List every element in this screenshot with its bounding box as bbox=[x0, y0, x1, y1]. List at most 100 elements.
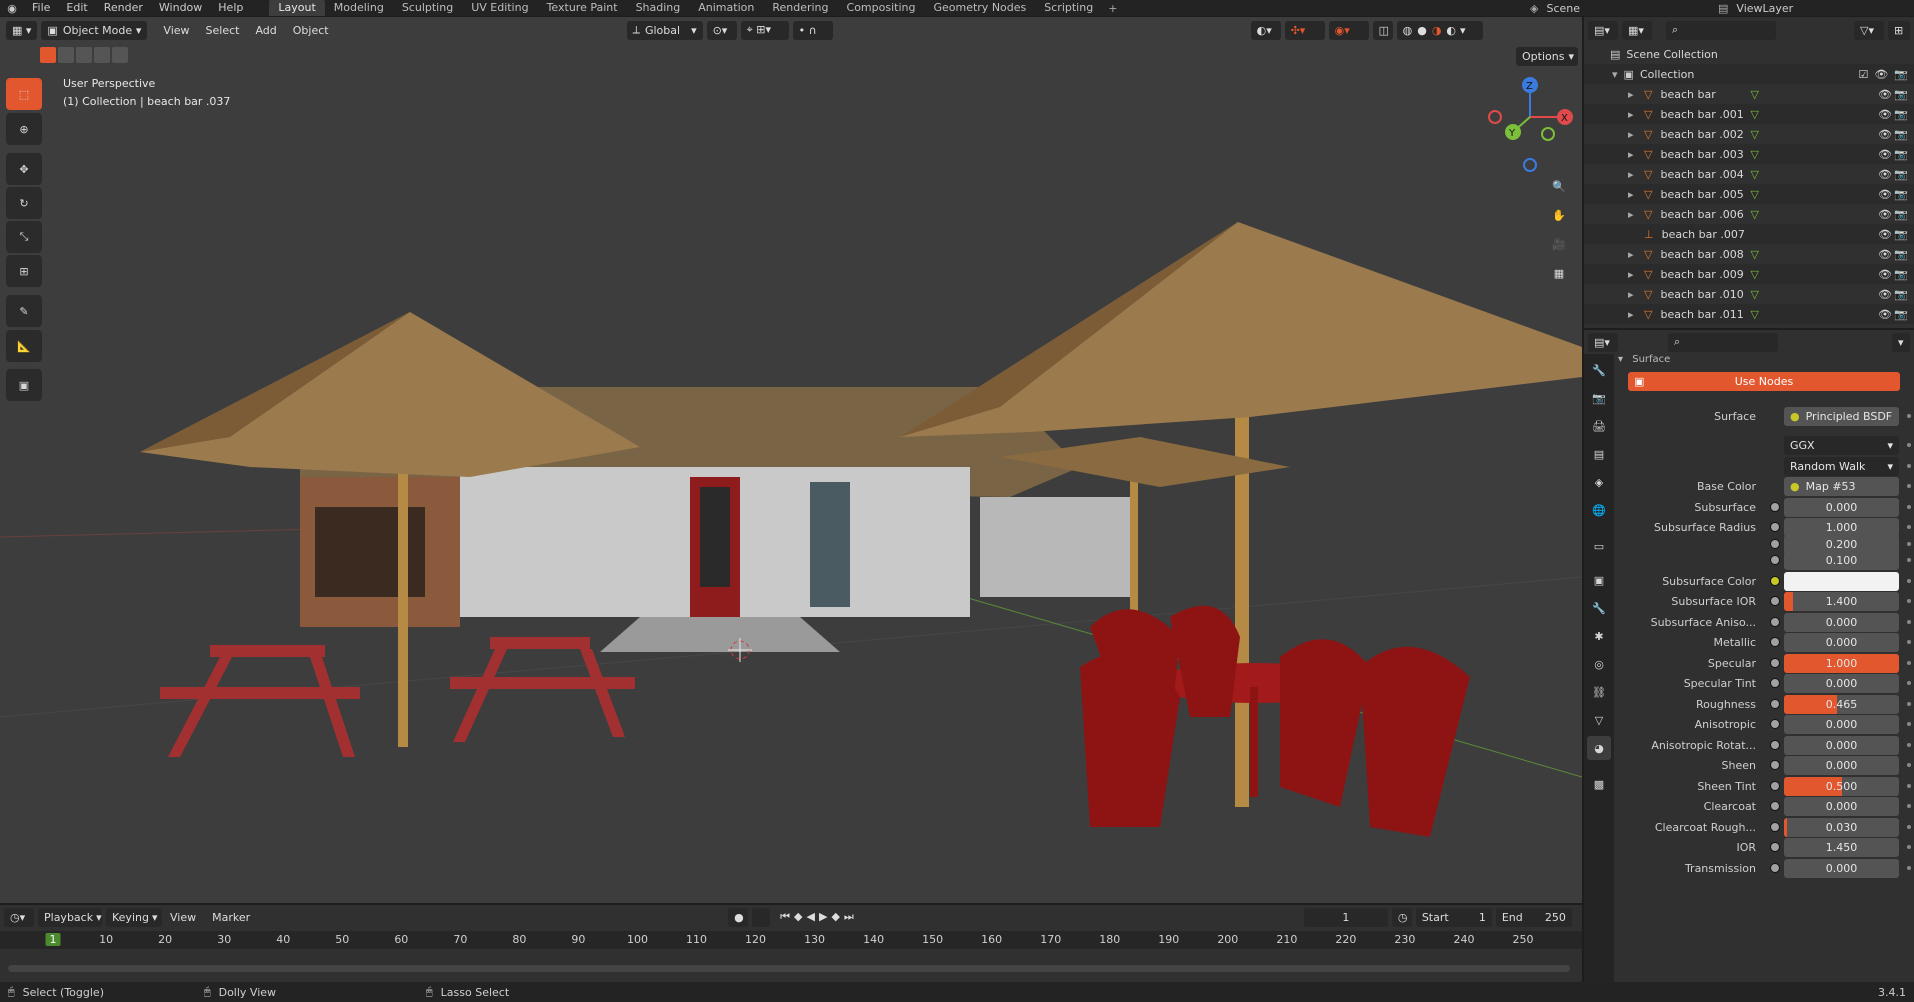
keyframe-dot-icon[interactable] bbox=[1907, 866, 1911, 870]
outliner-item[interactable]: ▸ ▽ beach bar .001 ▽ 👁 📷 bbox=[1584, 104, 1914, 124]
camera-icon[interactable]: 📷 bbox=[1894, 268, 1908, 281]
mesh-data-tab-icon[interactable]: ▽ bbox=[1587, 708, 1611, 732]
select-intersect-icon[interactable] bbox=[112, 47, 128, 63]
outliner-item[interactable]: ▸ ▽ beach bar .008 ▽ 👁 📷 bbox=[1584, 244, 1914, 264]
property-dropdown[interactable]: GGX ▾ bbox=[1784, 435, 1899, 455]
socket-icon[interactable] bbox=[1770, 658, 1780, 668]
camera-icon[interactable]: 📷 bbox=[1894, 168, 1908, 181]
keyframe-dot-icon[interactable] bbox=[1907, 414, 1911, 418]
keyframe-dot-icon[interactable] bbox=[1907, 464, 1911, 468]
outliner-item[interactable]: ▸ ▽ beach bar .011 ▽ 👁 📷 bbox=[1584, 304, 1914, 324]
keyframe-dot-icon[interactable] bbox=[1907, 825, 1911, 829]
socket-icon[interactable] bbox=[1770, 740, 1780, 750]
tab-uv-editing[interactable]: UV Editing bbox=[462, 0, 537, 16]
keyframe-dot-icon[interactable] bbox=[1907, 702, 1911, 706]
next-keyframe-icon[interactable]: ◆ bbox=[831, 910, 839, 924]
add-workspace-icon[interactable]: + bbox=[1102, 2, 1123, 15]
tab-rendering[interactable]: Rendering bbox=[763, 0, 837, 16]
select-invert-icon[interactable] bbox=[94, 47, 110, 63]
outliner-item[interactable]: ▸ ▽ beach bar .006 ▽ 👁 📷 bbox=[1584, 204, 1914, 224]
physics-tab-icon[interactable]: ◎ bbox=[1587, 652, 1611, 676]
keyframe-dot-icon[interactable] bbox=[1907, 722, 1911, 726]
property-number-field[interactable]: 0.500 bbox=[1784, 776, 1899, 796]
socket-icon[interactable] bbox=[1770, 699, 1780, 709]
constraints-tab-icon[interactable]: ⛓ bbox=[1587, 680, 1611, 704]
timeline-menu-view[interactable]: View bbox=[162, 911, 204, 924]
camera-icon[interactable]: 📷 bbox=[1894, 68, 1908, 81]
annotate-tool[interactable]: ✎ bbox=[6, 295, 42, 327]
3d-viewport[interactable]: ▦ ▾ ▣ Object Mode ▾ View Select Add Obje… bbox=[0, 17, 1582, 903]
preview-range-toggle[interactable]: ◷ bbox=[1391, 907, 1412, 927]
expand-arrow-icon[interactable]: ▸ bbox=[1628, 288, 1638, 301]
playback-dropdown[interactable]: Playback ▾ bbox=[38, 907, 102, 927]
property-number-field[interactable]: 0.465 bbox=[1784, 694, 1899, 714]
mesh-data-icon[interactable]: ▽ bbox=[1750, 208, 1758, 221]
visibility-dropdown[interactable]: ◐▾ bbox=[1250, 20, 1281, 40]
auto-keying-button[interactable] bbox=[752, 907, 771, 927]
expand-arrow-icon[interactable]: ▸ bbox=[1628, 308, 1638, 321]
eye-icon[interactable]: 👁 bbox=[1874, 68, 1888, 81]
menu-window[interactable]: Window bbox=[151, 0, 210, 16]
property-link-field[interactable]: ● Map #53 bbox=[1784, 476, 1899, 496]
options-button[interactable]: Options ▾ bbox=[1516, 47, 1578, 66]
property-number-field[interactable]: 0.000 bbox=[1784, 612, 1899, 632]
property-number-field[interactable]: 0.000 bbox=[1784, 632, 1899, 652]
property-number-field[interactable]: 0.000 bbox=[1784, 858, 1899, 878]
mesh-data-icon[interactable]: ▽ bbox=[1750, 308, 1758, 321]
select-subtract-icon[interactable] bbox=[76, 47, 92, 63]
keyframe-dot-icon[interactable] bbox=[1907, 845, 1911, 849]
camera-icon[interactable]: 📷 bbox=[1894, 148, 1908, 161]
outliner-item[interactable]: ⊥ beach bar .007 👁 📷 bbox=[1584, 224, 1914, 244]
mesh-data-icon[interactable]: ▽ bbox=[1750, 128, 1758, 141]
scene-selector[interactable]: ◈ Scene bbox=[1530, 0, 1680, 16]
outliner-item[interactable]: ▸ ▽ beach bar .005 ▽ 👁 📷 bbox=[1584, 184, 1914, 204]
menu-view[interactable]: View bbox=[155, 24, 197, 37]
socket-icon[interactable] bbox=[1770, 617, 1780, 627]
socket-icon[interactable] bbox=[1770, 637, 1780, 647]
outliner-item[interactable]: ▸ ▽ beach bar .009 ▽ 👁 📷 bbox=[1584, 264, 1914, 284]
camera-icon[interactable]: 📷 bbox=[1894, 108, 1908, 121]
outliner-collection[interactable]: ▾ ▣ Collection ☑ 👁 📷 bbox=[1584, 64, 1914, 84]
mesh-data-icon[interactable]: ▽ bbox=[1750, 88, 1758, 101]
output-tab-icon[interactable]: 🖨 bbox=[1587, 414, 1611, 438]
expand-arrow-icon[interactable]: ▸ bbox=[1628, 208, 1638, 221]
socket-icon[interactable] bbox=[1770, 801, 1780, 811]
proportional-edit-button[interactable]: • ∩ bbox=[792, 20, 833, 40]
prev-keyframe-icon[interactable]: ◆ bbox=[794, 910, 802, 924]
mesh-data-icon[interactable]: ▽ bbox=[1750, 148, 1758, 161]
material-shading-icon[interactable]: ◑ bbox=[1432, 24, 1442, 37]
expand-arrow-icon[interactable]: ▸ bbox=[1628, 168, 1638, 181]
keyframe-dot-icon[interactable] bbox=[1907, 620, 1911, 624]
gizmo-toggle[interactable]: ✣▾ bbox=[1284, 20, 1325, 40]
outliner-item[interactable]: ▸ ▽ beach bar .004 ▽ 👁 📷 bbox=[1584, 164, 1914, 184]
texture-tab-icon[interactable]: ▩ bbox=[1587, 772, 1611, 796]
eye-icon[interactable]: 👁 bbox=[1878, 148, 1892, 161]
properties-editor-type-button[interactable]: ▤▾ bbox=[1588, 332, 1618, 352]
keyframe-dot-icon[interactable] bbox=[1907, 599, 1911, 603]
socket-icon[interactable] bbox=[1770, 555, 1780, 565]
socket-icon[interactable] bbox=[1770, 502, 1780, 512]
outliner-item[interactable]: ▸ ▽ beach bar .010 ▽ 👁 📷 bbox=[1584, 284, 1914, 304]
keying-dropdown[interactable]: Keying ▾ bbox=[106, 907, 162, 927]
socket-icon[interactable] bbox=[1770, 678, 1780, 688]
timeline-scrollbar[interactable] bbox=[8, 965, 1570, 972]
expand-arrow-icon[interactable]: ▸ bbox=[1628, 188, 1638, 201]
properties-options-button[interactable]: ▾ bbox=[1892, 332, 1910, 352]
blender-logo-icon[interactable]: ◉ bbox=[0, 0, 24, 16]
eye-icon[interactable]: 👁 bbox=[1878, 208, 1892, 221]
record-keyframe-button[interactable]: ● bbox=[728, 907, 749, 927]
expand-arrow-icon[interactable]: ▸ bbox=[1628, 108, 1638, 121]
tab-texture-paint[interactable]: Texture Paint bbox=[538, 0, 627, 16]
socket-icon[interactable] bbox=[1770, 760, 1780, 770]
tab-scripting[interactable]: Scripting bbox=[1035, 0, 1102, 16]
navigation-gizmo[interactable]: Z X Y bbox=[1485, 77, 1575, 177]
mesh-data-icon[interactable]: ▽ bbox=[1750, 188, 1758, 201]
pan-hand-icon[interactable]: ✋ bbox=[1547, 203, 1571, 227]
keyframe-dot-icon[interactable] bbox=[1907, 484, 1911, 488]
filter-icon[interactable]: ▽▾ bbox=[1854, 20, 1884, 40]
eye-icon[interactable]: 👁 bbox=[1878, 228, 1892, 241]
keyframe-dot-icon[interactable] bbox=[1907, 525, 1911, 529]
world-tab-icon[interactable]: 🌐 bbox=[1587, 498, 1611, 522]
eye-icon[interactable]: 👁 bbox=[1878, 248, 1892, 261]
xray-toggle[interactable]: ◫ bbox=[1372, 20, 1393, 40]
